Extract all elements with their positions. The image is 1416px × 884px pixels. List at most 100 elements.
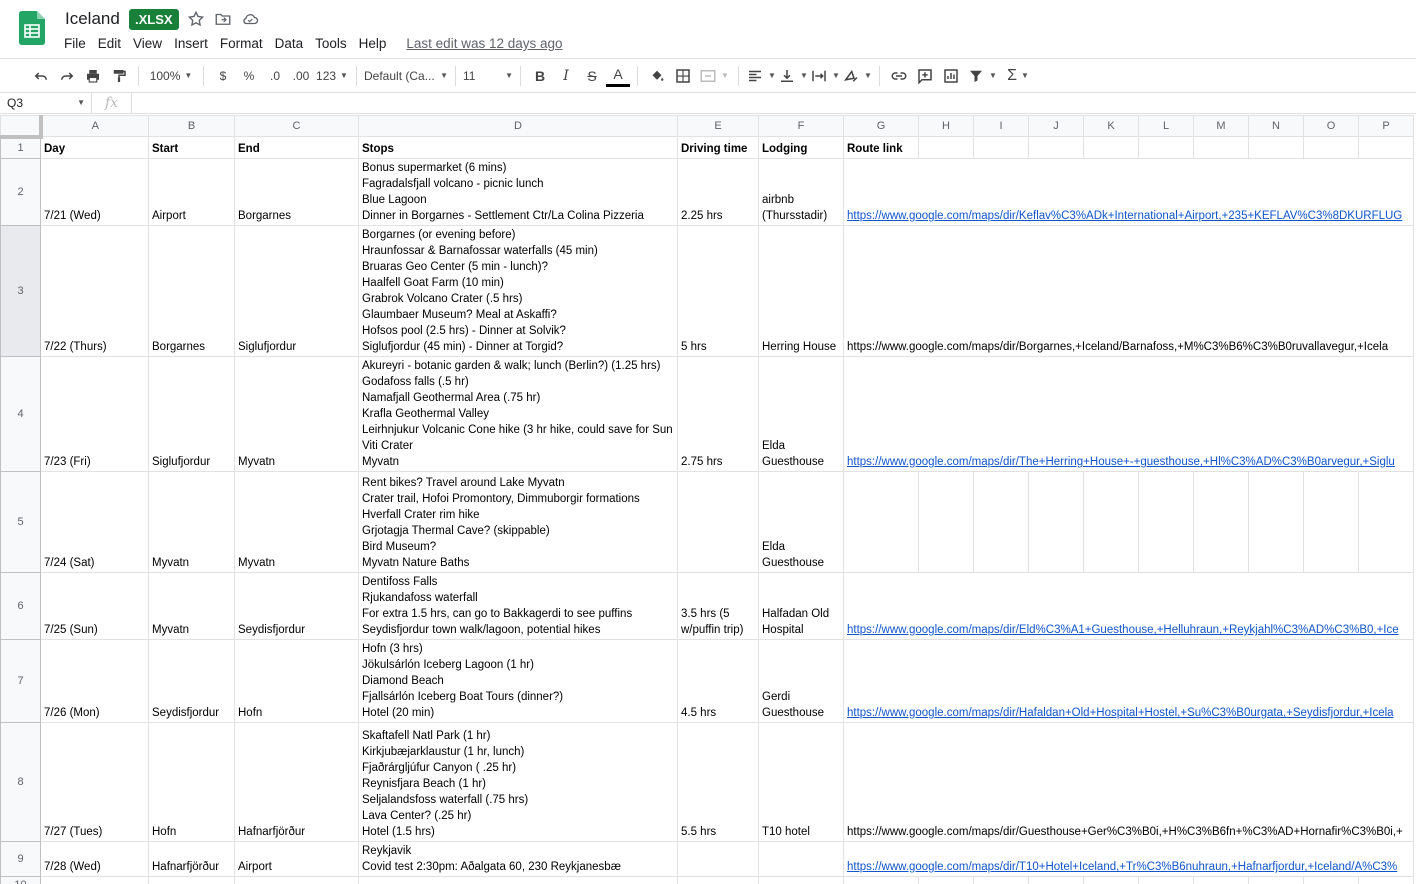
cell-day[interactable]: 7/23 (Fri) — [40, 356, 149, 472]
more-formats-select[interactable]: 123 ▼ — [315, 63, 349, 89]
cell-empty[interactable] — [1193, 876, 1249, 884]
fill-color-button[interactable] — [645, 63, 669, 89]
cell-stops[interactable]: Dentifoss Falls Rjukandafoss waterfall For… — [358, 572, 678, 640]
undo-button[interactable] — [29, 63, 53, 89]
cell-empty[interactable] — [1028, 136, 1084, 159]
header-lodging[interactable]: Lodging — [758, 136, 844, 159]
cell-driving-time[interactable]: 4.5 hrs — [677, 639, 759, 723]
percent-format-button[interactable]: % — [237, 63, 261, 89]
cell-end[interactable]: Hafnarfjörður — [234, 722, 359, 842]
row-header[interactable]: 2 — [0, 158, 41, 226]
cell-empty[interactable] — [148, 876, 235, 884]
cell-empty[interactable] — [1193, 471, 1249, 573]
menu-tools[interactable]: Tools — [309, 34, 353, 53]
print-button[interactable] — [81, 63, 105, 89]
cell-day[interactable]: 7/27 (Tues) — [40, 722, 149, 842]
cell-empty[interactable] — [1083, 876, 1139, 884]
column-header-e[interactable]: E — [677, 115, 759, 137]
text-color-button[interactable]: A — [606, 65, 630, 87]
cell-route-link[interactable]: https://www.google.com/maps/dir/Guesthou… — [843, 722, 1414, 842]
header-day[interactable]: Day — [40, 136, 149, 159]
row-header[interactable]: 3 — [0, 225, 41, 357]
bold-button[interactable]: B — [528, 63, 552, 89]
cell-lodging[interactable]: T10 hotel — [758, 722, 844, 842]
cell-driving-time[interactable]: 5 hrs — [677, 225, 759, 357]
cell-empty[interactable] — [677, 876, 759, 884]
cell-end[interactable]: Seydisfjordur — [234, 572, 359, 640]
cell-driving-time[interactable] — [677, 471, 759, 573]
cell-driving-time[interactable]: 2.75 hrs — [677, 356, 759, 472]
cell-empty[interactable] — [1138, 471, 1194, 573]
cell-empty[interactable] — [973, 471, 1029, 573]
text-wrapping-button[interactable]: ▼ — [810, 63, 840, 89]
column-header-a[interactable]: A — [40, 115, 149, 137]
cell-empty[interactable] — [1248, 876, 1304, 884]
column-header-j[interactable]: J — [1028, 115, 1084, 137]
merge-cells-button[interactable]: ▼ — [697, 63, 731, 89]
cell-empty[interactable] — [1138, 876, 1194, 884]
name-box[interactable]: Q3 ▼ — [0, 93, 92, 113]
insert-link-button[interactable] — [887, 63, 911, 89]
filter-button[interactable]: ▼ — [965, 63, 999, 89]
cell-route-link[interactable]: https://www.google.com/maps/dir/Borgarne… — [843, 225, 1414, 357]
cell-lodging[interactable]: Elda Guesthouse — [758, 356, 844, 472]
column-header-l[interactable]: L — [1138, 115, 1194, 137]
menu-data[interactable]: Data — [269, 34, 310, 53]
cell-lodging[interactable]: airbnb (Thursstadir) — [758, 158, 844, 226]
cell-end[interactable]: Borgarnes — [234, 158, 359, 226]
cell-start[interactable]: Airport — [148, 158, 235, 226]
cell-route-link[interactable] — [843, 471, 919, 573]
cell-lodging[interactable]: Elda Guesthouse — [758, 471, 844, 573]
cell-route-link[interactable]: https://www.google.com/maps/dir/T10+Hote… — [843, 841, 1414, 877]
sheets-logo-icon[interactable] — [19, 11, 45, 45]
menu-edit[interactable]: Edit — [92, 34, 127, 53]
column-header-d[interactable]: D — [358, 115, 678, 137]
cell-empty[interactable] — [1083, 136, 1139, 159]
column-header-f[interactable]: F — [758, 115, 844, 137]
cell-empty[interactable] — [1028, 471, 1084, 573]
cloud-status-icon[interactable] — [241, 10, 259, 28]
star-icon[interactable] — [187, 10, 205, 28]
cell-empty[interactable] — [1248, 471, 1304, 573]
cell-empty[interactable] — [973, 136, 1029, 159]
cell-stops[interactable]: Akureyri - botanic garden & walk; lunch … — [358, 356, 678, 472]
cell-start[interactable]: Myvatn — [148, 471, 235, 573]
cell-end[interactable]: Myvatn — [234, 356, 359, 472]
header-start[interactable]: Start — [148, 136, 235, 159]
cell-stops[interactable]: Rent bikes? Travel around Lake Myvatn Cra… — [358, 471, 678, 573]
horizontal-align-button[interactable]: ▼ — [746, 63, 776, 89]
row-header[interactable]: 4 — [0, 356, 41, 472]
cell-lodging[interactable]: Gerdi Guesthouse — [758, 639, 844, 723]
menu-format[interactable]: Format — [214, 34, 269, 53]
cell-day[interactable]: 7/28 (Wed) — [40, 841, 149, 877]
row-header[interactable]: 6 — [0, 572, 41, 640]
cell-empty[interactable] — [1303, 471, 1359, 573]
cell-empty[interactable] — [1028, 876, 1084, 884]
cell-route-link[interactable]: https://www.google.com/maps/dir/Eld%C3%A… — [843, 572, 1414, 640]
cell-day[interactable]: 7/26 (Mon) — [40, 639, 149, 723]
header-end[interactable]: End — [234, 136, 359, 159]
cell-end[interactable]: Myvatn — [234, 471, 359, 573]
currency-format-button[interactable]: $ — [211, 63, 235, 89]
cell-driving-time[interactable] — [677, 841, 759, 877]
cell-day[interactable]: 7/25 (Sun) — [40, 572, 149, 640]
cell-empty[interactable] — [918, 876, 974, 884]
cell-start[interactable]: Myvatn — [148, 572, 235, 640]
move-folder-icon[interactable] — [214, 10, 232, 28]
cell-route-link[interactable]: https://www.google.com/maps/dir/Hafaldan… — [843, 639, 1414, 723]
cell-empty[interactable] — [918, 136, 974, 159]
font-family-select[interactable]: Default (Ca... ▼ — [364, 63, 448, 89]
cell-empty[interactable] — [1138, 136, 1194, 159]
cell-lodging[interactable]: Halfadan Old Hospital — [758, 572, 844, 640]
formula-input[interactable] — [132, 93, 1416, 113]
redo-button[interactable] — [55, 63, 79, 89]
menu-insert[interactable]: Insert — [168, 34, 214, 53]
insert-comment-button[interactable] — [913, 63, 937, 89]
cell-empty[interactable] — [40, 876, 149, 884]
column-header-c[interactable]: C — [234, 115, 359, 137]
cell-empty[interactable] — [234, 876, 359, 884]
cell-stops[interactable]: Skaftafell Natl Park (1 hr) Kirkjubæjarkl… — [358, 722, 678, 842]
route-link[interactable]: https://www.google.com/maps/dir/T10+Hote… — [847, 861, 1397, 873]
route-link[interactable]: https://www.google.com/maps/dir/Keflav%C… — [847, 210, 1402, 222]
insert-chart-button[interactable] — [939, 63, 963, 89]
